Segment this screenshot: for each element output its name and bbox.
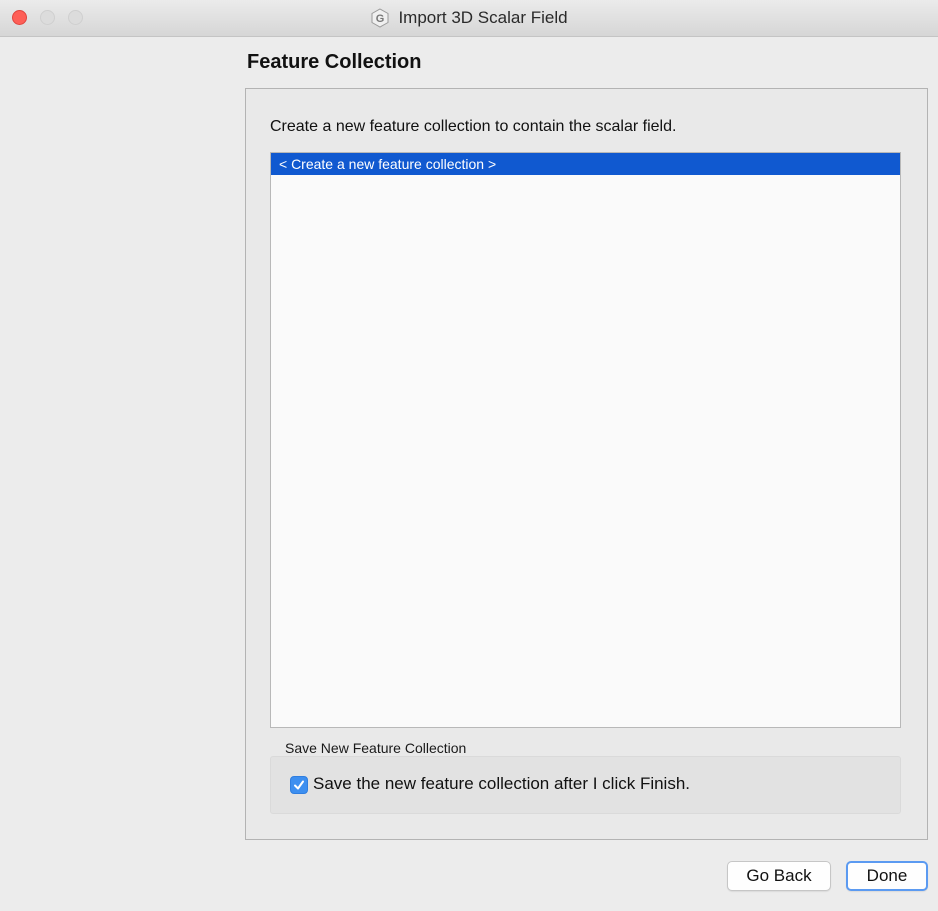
window-title: Import 3D Scalar Field: [398, 8, 568, 27]
instruction-text: Create a new feature collection to conta…: [270, 118, 677, 135]
go-back-button[interactable]: Go Back: [727, 861, 831, 891]
list-item-create-new-collection[interactable]: < Create a new feature collection >: [271, 153, 900, 175]
app-logo-icon: G: [370, 8, 390, 28]
save-group-legend: Save New Feature Collection: [285, 740, 467, 756]
title-bar: G Import 3D Scalar Field: [0, 0, 938, 37]
feature-collection-list[interactable]: < Create a new feature collection >: [270, 152, 901, 728]
save-collection-checkbox[interactable]: [290, 776, 308, 794]
save-collection-label[interactable]: Save the new feature collection after I …: [313, 774, 690, 794]
done-button[interactable]: Done: [846, 861, 928, 891]
window-title-group: G Import 3D Scalar Field: [0, 0, 938, 36]
svg-text:G: G: [376, 13, 385, 25]
checkmark-icon: [294, 780, 304, 790]
page-title: Feature Collection: [247, 51, 422, 73]
